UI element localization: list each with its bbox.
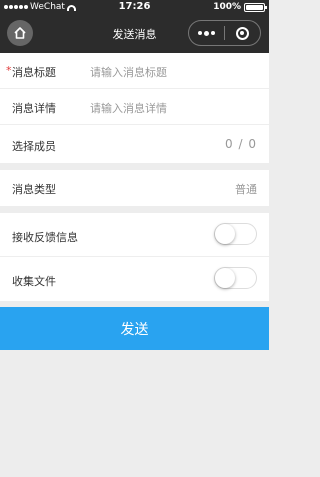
type-group: 消息类型 普通 [0, 170, 269, 206]
feedback-row: 接收反馈信息 [0, 213, 269, 257]
mini-program-capsule [188, 20, 261, 46]
more-button[interactable] [189, 30, 224, 36]
feedback-toggle[interactable] [214, 223, 257, 245]
title-input[interactable]: 请输入消息标题 [90, 64, 167, 80]
battery-status: 100% [213, 2, 267, 12]
detail-label: 消息详情 [12, 102, 56, 115]
status-bar: WeChat 17:26 100% [0, 0, 269, 14]
options-group: 接收反馈信息 收集文件 [0, 213, 269, 301]
battery-percent: 100% [213, 2, 241, 12]
members-label: 选择成员 [12, 140, 56, 153]
members-count: 0 / 0 [225, 137, 257, 151]
send-button[interactable]: 发送 [0, 307, 269, 350]
feedback-label: 接收反馈信息 [12, 231, 78, 244]
battery-icon [244, 2, 267, 12]
nav-bar: 发送消息 [0, 14, 269, 53]
required-mark: * [6, 64, 12, 77]
collect-row: 收集文件 [0, 257, 269, 301]
title-row[interactable]: * 消息标题 请输入消息标题 [0, 53, 269, 89]
title-label: * 消息标题 [6, 64, 56, 80]
type-label: 消息类型 [12, 183, 56, 196]
message-basic-group: * 消息标题 请输入消息标题 消息详情 请输入消息详情 选择成员 0 / 0 [0, 53, 269, 163]
detail-input[interactable]: 请输入消息详情 [90, 100, 167, 116]
type-value[interactable]: 普通 [235, 181, 257, 197]
type-row[interactable]: 消息类型 普通 [0, 170, 269, 206]
detail-row[interactable]: 消息详情 请输入消息详情 [0, 89, 269, 125]
collect-toggle[interactable] [214, 267, 257, 289]
members-row[interactable]: 选择成员 0 / 0 [0, 125, 269, 163]
title-label-text: 消息标题 [12, 66, 56, 79]
collect-label: 收集文件 [12, 275, 56, 288]
close-circle-icon [235, 26, 249, 40]
close-button[interactable] [225, 26, 260, 40]
